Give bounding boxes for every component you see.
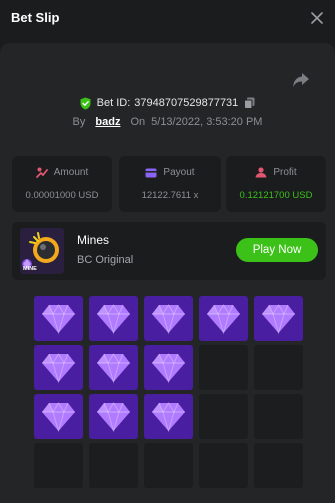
- gem-tile: [89, 345, 138, 390]
- gem-tile: [144, 296, 193, 341]
- gem-tile: [199, 296, 248, 341]
- bet-meta-row: By badz On 5/13/2022, 3:53:20 PM: [0, 114, 335, 130]
- diamond-icon: [42, 402, 75, 433]
- share-icon: [293, 73, 309, 87]
- diamond-icon: [97, 353, 130, 384]
- diamond-icon: [42, 353, 75, 384]
- share-button[interactable]: [292, 72, 312, 90]
- header-title: Bet Slip: [11, 10, 60, 25]
- empty-tile: [254, 345, 303, 390]
- empty-tile: [254, 394, 303, 439]
- profit-stat: Profit 0.12121700 USD: [226, 156, 326, 212]
- amount-stat-label-row: Amount: [12, 167, 112, 178]
- payout-stat: Payout 12122.7611 x: [119, 156, 221, 212]
- empty-tile: [199, 394, 248, 439]
- amount-value: 0.00001000 USD: [25, 190, 99, 201]
- copy-icon: [244, 97, 255, 109]
- bet-date: 5/13/2022, 3:53:20 PM: [151, 116, 263, 128]
- gem-tile: [144, 345, 193, 390]
- empty-tile: [199, 345, 248, 390]
- profit-stat-label-row: Profit: [226, 167, 326, 178]
- gem-tile: [89, 296, 138, 341]
- profit-label: Profit: [273, 167, 297, 178]
- diamond-icon: [262, 304, 295, 335]
- gem-tile: [34, 296, 83, 341]
- wallet-icon: [145, 168, 157, 177]
- bet-slip-header: Bet Slip: [0, 0, 335, 40]
- diamond-icon: [152, 402, 185, 433]
- gem-tile: [89, 394, 138, 439]
- game-thumbnail[interactable]: MINE: [20, 228, 64, 274]
- diamond-icon: [42, 304, 75, 335]
- bet-id-value: 37948707529877731: [134, 97, 239, 109]
- empty-tile: [89, 443, 138, 488]
- amount-label: Amount: [53, 167, 89, 178]
- close-icon: [311, 12, 323, 24]
- empty-tile: [199, 443, 248, 488]
- diamond-icon: [152, 304, 185, 335]
- bet-coins-icon: [35, 167, 48, 178]
- gem-tile: [34, 394, 83, 439]
- game-provider: BC Original: [77, 254, 134, 266]
- empty-tile: [34, 443, 83, 488]
- amount-stat: Amount 0.00001000 USD: [12, 156, 112, 212]
- empty-tile: [144, 443, 193, 488]
- payout-stat-label-row: Payout: [119, 167, 221, 178]
- bet-stats: Amount 0.00001000 USD Payout 12122.7611 …: [12, 156, 326, 212]
- empty-tile: [254, 443, 303, 488]
- shield-check-icon: [80, 97, 91, 109]
- game-thumbnail-label: MINE: [23, 266, 37, 272]
- diamond-icon: [152, 353, 185, 384]
- game-name[interactable]: Mines: [77, 233, 109, 247]
- play-now-button[interactable]: Play Now: [236, 238, 318, 262]
- copy-bet-id-button[interactable]: [244, 97, 255, 109]
- diamond-icon: [97, 402, 130, 433]
- profit-icon: [255, 167, 267, 178]
- payout-label: Payout: [163, 167, 195, 178]
- user-link[interactable]: badz: [95, 116, 120, 128]
- bet-id-label: Bet ID:: [96, 97, 131, 109]
- by-label: By: [72, 116, 86, 128]
- profit-value: 0.12121700 USD: [239, 190, 313, 201]
- payout-value: 12122.7611 x: [141, 190, 199, 201]
- diamond-icon: [207, 304, 240, 335]
- on-label: On: [130, 116, 146, 128]
- gem-tile: [144, 394, 193, 439]
- gem-tile: [34, 345, 83, 390]
- mines-board: [34, 296, 304, 497]
- bet-id-row: Bet ID: 37948707529877731: [0, 94, 335, 112]
- close-button[interactable]: [307, 8, 327, 28]
- game-card: MINE Mines BC Original Play Now: [12, 222, 326, 280]
- gem-tile: [254, 296, 303, 341]
- diamond-icon: [97, 304, 130, 335]
